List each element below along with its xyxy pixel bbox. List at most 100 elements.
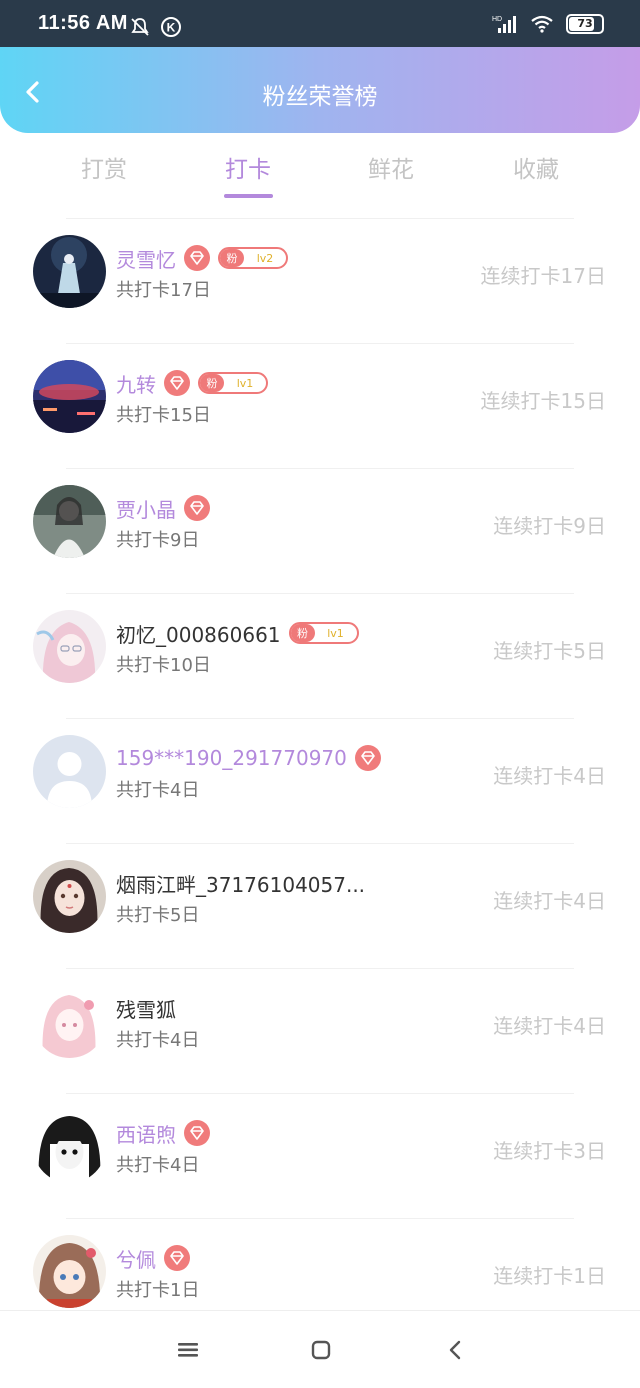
total-checkins: 共打卡10日 bbox=[116, 655, 211, 676]
avatar[interactable] bbox=[33, 360, 106, 433]
user-name[interactable]: 残雪狐 bbox=[116, 994, 176, 1023]
fan-badge-level: lv2 bbox=[256, 251, 274, 265]
consecutive-checkins: 连续打卡4日 bbox=[493, 889, 606, 913]
divider bbox=[66, 718, 574, 719]
wifi-icon bbox=[531, 15, 553, 33]
consecutive-checkins: 连续打卡4日 bbox=[493, 1014, 606, 1038]
divider bbox=[66, 218, 574, 219]
total-checkins: 共打卡15日 bbox=[116, 405, 211, 426]
list-item[interactable]: 灵雪忆 粉 lv2 共打卡17日 连续打卡17日 bbox=[0, 218, 640, 343]
user-name[interactable]: 159***190_291770970 bbox=[116, 746, 347, 770]
name-line: 159***190_291770970 bbox=[116, 743, 381, 773]
name-line: 初忆_000860661 粉 lv1 bbox=[116, 618, 359, 648]
avatar[interactable] bbox=[33, 1110, 106, 1183]
diamond-icon bbox=[184, 495, 210, 521]
divider bbox=[66, 1218, 574, 1219]
status-notification-icons: K bbox=[130, 16, 182, 38]
name-line: 灵雪忆 粉 lv2 bbox=[116, 243, 288, 273]
list-item[interactable]: 初忆_000860661 粉 lv1 共打卡10日 连续打卡5日 bbox=[0, 593, 640, 718]
list-item[interactable]: 烟雨江畔_37176104057... 共打卡5日 连续打卡4日 bbox=[0, 843, 640, 968]
user-name[interactable]: 九转 bbox=[116, 369, 156, 398]
status-system-icons: HD 73 bbox=[492, 14, 604, 34]
bell-off-icon bbox=[131, 18, 149, 36]
fan-badge: 粉 lv1 bbox=[288, 622, 359, 644]
divider bbox=[66, 468, 574, 469]
name-line: 兮佩 bbox=[116, 1243, 190, 1273]
consecutive-checkins: 连续打卡4日 bbox=[493, 764, 606, 788]
tab-bar: 打赏 打卡 鲜花 收藏 bbox=[0, 140, 640, 210]
user-name[interactable]: 兮佩 bbox=[116, 1244, 156, 1273]
home-button[interactable] bbox=[306, 1337, 336, 1363]
network-label: HD bbox=[492, 16, 502, 23]
total-checkins: 共打卡1日 bbox=[116, 1280, 200, 1301]
user-name[interactable]: 贾小晶 bbox=[116, 494, 176, 523]
page-title: 粉丝荣誉榜 bbox=[262, 84, 378, 110]
fan-badge-label: 粉 bbox=[290, 624, 315, 642]
user-name[interactable]: 初忆_000860661 bbox=[116, 619, 281, 648]
diamond-icon bbox=[164, 370, 190, 396]
divider bbox=[66, 343, 574, 344]
avatar[interactable] bbox=[33, 485, 106, 558]
tab-favorites[interactable]: 收藏 bbox=[476, 150, 596, 184]
chevron-left-icon bbox=[449, 1340, 461, 1360]
name-line: 烟雨江畔_37176104057... bbox=[116, 868, 365, 898]
header: 粉丝荣誉榜 bbox=[0, 47, 640, 133]
diamond-icon bbox=[184, 1120, 210, 1146]
total-checkins: 共打卡4日 bbox=[116, 1155, 200, 1176]
avatar[interactable] bbox=[33, 235, 106, 308]
diamond-icon bbox=[184, 245, 210, 271]
divider bbox=[66, 1093, 574, 1094]
consecutive-checkins: 连续打卡9日 bbox=[493, 514, 606, 538]
avatar[interactable] bbox=[33, 610, 106, 683]
diamond-icon bbox=[164, 1245, 190, 1271]
k-app-icon: K bbox=[161, 17, 181, 37]
fan-badge: 粉 lv1 bbox=[198, 372, 268, 394]
menu-button[interactable] bbox=[173, 1337, 203, 1363]
avatar[interactable] bbox=[33, 1235, 106, 1308]
tab-checkin[interactable]: 打卡 bbox=[188, 150, 308, 184]
consecutive-checkins: 连续打卡3日 bbox=[493, 1139, 606, 1163]
divider bbox=[66, 968, 574, 969]
fan-badge-level: lv1 bbox=[236, 376, 254, 390]
tab-flowers[interactable]: 鲜花 bbox=[331, 150, 451, 184]
total-checkins: 共打卡17日 bbox=[116, 280, 211, 301]
fan-badge: 粉 lv2 bbox=[218, 247, 288, 269]
avatar[interactable] bbox=[33, 985, 106, 1058]
battery-icon: 73 bbox=[566, 14, 604, 34]
square-icon bbox=[311, 1340, 331, 1360]
avatar[interactable] bbox=[33, 735, 106, 808]
status-bar: 11:56 AM K HD 73 bbox=[0, 0, 640, 47]
user-name[interactable]: 灵雪忆 bbox=[116, 244, 176, 273]
total-checkins: 共打卡4日 bbox=[116, 1030, 200, 1051]
tab-reward[interactable]: 打赏 bbox=[44, 150, 164, 184]
user-name[interactable]: 烟雨江畔_37176104057... bbox=[116, 869, 365, 898]
list-item[interactable]: 残雪狐 共打卡4日 连续打卡4日 bbox=[0, 968, 640, 1093]
back-nav-button[interactable] bbox=[440, 1337, 470, 1363]
list-item[interactable]: 贾小晶 共打卡9日 连续打卡9日 bbox=[0, 468, 640, 593]
active-tab-indicator bbox=[224, 194, 273, 198]
consecutive-checkins: 连续打卡17日 bbox=[480, 264, 606, 288]
menu-icon bbox=[178, 1343, 198, 1357]
consecutive-checkins: 连续打卡15日 bbox=[480, 389, 606, 413]
system-nav-bar bbox=[0, 1310, 640, 1388]
signal-icon: HD bbox=[492, 16, 516, 33]
fan-badge-label: 粉 bbox=[200, 374, 224, 392]
diamond-icon bbox=[354, 745, 381, 771]
divider bbox=[66, 843, 574, 844]
name-line: 贾小晶 bbox=[116, 493, 210, 523]
list-item[interactable]: 九转 粉 lv1 共打卡15日 连续打卡15日 bbox=[0, 343, 640, 468]
user-name[interactable]: 西语煦 bbox=[116, 1119, 176, 1148]
status-time: 11:56 AM bbox=[38, 12, 128, 34]
fan-badge-label: 粉 bbox=[220, 249, 244, 267]
fan-badge-level: lv1 bbox=[327, 626, 344, 640]
svg-text:K: K bbox=[167, 21, 176, 35]
consecutive-checkins: 连续打卡5日 bbox=[493, 639, 606, 663]
avatar[interactable] bbox=[33, 860, 106, 933]
list-item[interactable]: 159***190_291770970 共打卡4日 连续打卡4日 bbox=[0, 718, 640, 843]
list-item[interactable]: 西语煦 共打卡4日 连续打卡3日 bbox=[0, 1093, 640, 1218]
total-checkins: 共打卡4日 bbox=[116, 780, 200, 801]
consecutive-checkins: 连续打卡1日 bbox=[493, 1264, 606, 1288]
battery-level: 73 bbox=[577, 17, 593, 30]
name-line: 九转 粉 lv1 bbox=[116, 368, 268, 398]
name-line: 残雪狐 bbox=[116, 993, 176, 1023]
